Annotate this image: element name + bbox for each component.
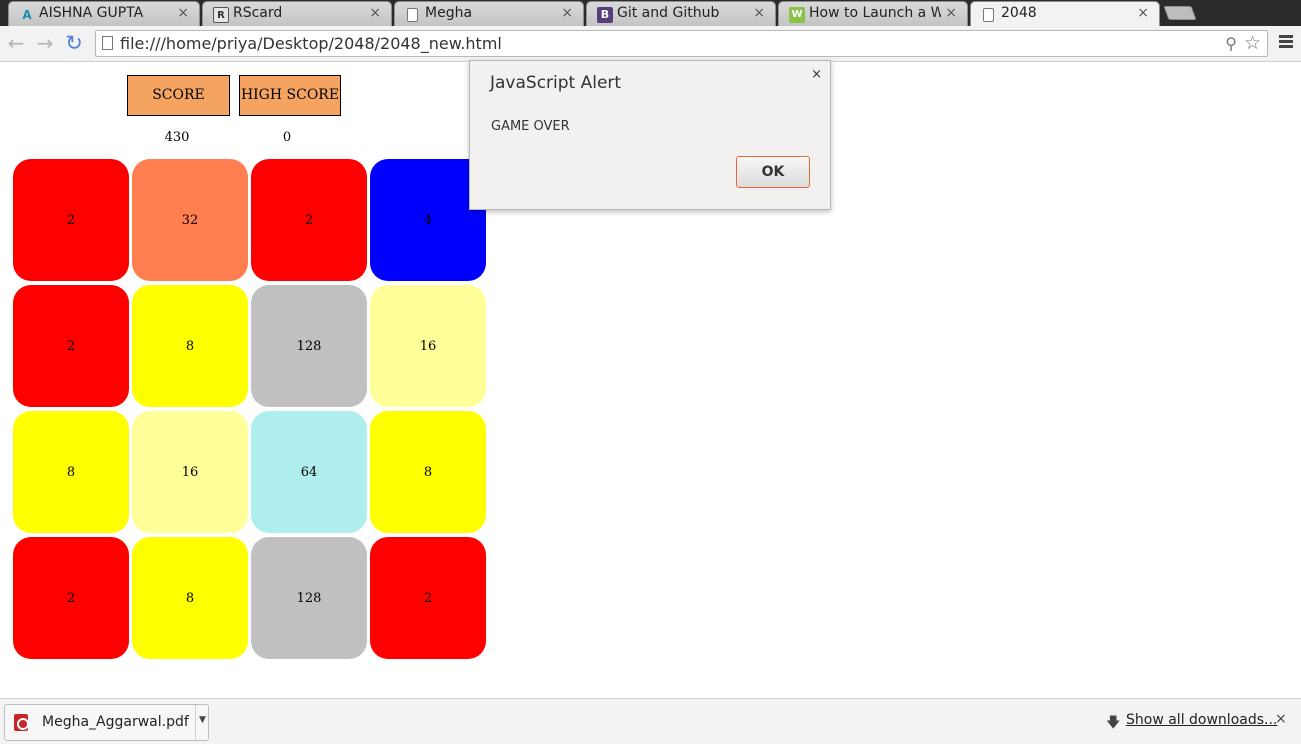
download-arrow-icon: 🡇 — [1106, 715, 1121, 731]
close-icon[interactable]: × — [1275, 711, 1287, 727]
tile: 2 — [251, 159, 367, 281]
rscard-favicon-icon: R — [213, 7, 229, 23]
tab-how-to-launch[interactable]: W How to Launch a Web × — [778, 1, 968, 26]
tab-close-icon[interactable]: × — [561, 5, 573, 21]
tab-title: 2048 — [1001, 5, 1037, 21]
tab-2048[interactable]: 2048 × — [970, 1, 1160, 26]
download-item[interactable]: Megha_Aggarwal.pdf ▼ — [4, 704, 209, 741]
search-icon[interactable]: ⚲ — [1225, 34, 1237, 53]
download-file-name[interactable]: Megha_Aggarwal.pdf — [42, 714, 189, 730]
tile: 2 — [370, 537, 486, 659]
download-bar: Megha_Aggarwal.pdf ▼ 🡇 Show all download… — [0, 698, 1301, 744]
tab-megha[interactable]: Megha × — [394, 1, 584, 26]
bootstrap-favicon-icon: B — [597, 7, 613, 23]
tab-close-icon[interactable]: × — [753, 5, 765, 21]
tile: 16 — [370, 285, 486, 407]
tile: 2 — [13, 159, 129, 281]
page-icon — [102, 36, 113, 50]
tab-git-and-github[interactable]: B Git and Github × — [586, 1, 776, 26]
alert-title: JavaScript Alert — [490, 73, 622, 93]
tab-title: RScard — [233, 5, 283, 21]
high-score-button[interactable]: HIGH SCORE — [239, 75, 341, 116]
tab-title: AISHNA GUPTA — [39, 5, 144, 21]
page-icon — [407, 8, 418, 22]
wiki-favicon-icon: W — [789, 7, 805, 23]
tile: 2 — [13, 537, 129, 659]
tab-title: Git and Github — [617, 5, 720, 21]
tile: 64 — [251, 411, 367, 533]
bookmark-star-icon[interactable]: ☆ — [1244, 32, 1261, 54]
aishna-favicon-icon: A — [22, 8, 32, 22]
tile: 8 — [13, 411, 129, 533]
pdf-file-icon — [14, 714, 29, 731]
reload-icon[interactable]: ↻ — [63, 32, 85, 54]
tile: 16 — [132, 411, 248, 533]
tile: 8 — [132, 285, 248, 407]
tile: 32 — [132, 159, 248, 281]
tab-close-icon[interactable]: × — [1137, 5, 1149, 21]
tab-close-icon[interactable]: × — [369, 5, 381, 21]
close-icon[interactable]: × — [811, 67, 822, 82]
tile: 8 — [370, 411, 486, 533]
tab-title: Megha — [425, 5, 473, 21]
high-score-value: 0 — [282, 130, 292, 145]
tab-close-icon[interactable]: × — [945, 5, 957, 21]
tab-aishna-gupta[interactable]: A AISHNA GUPTA × — [8, 1, 200, 26]
chevron-down-icon[interactable]: ▼ — [195, 705, 209, 740]
tab-strip: A AISHNA GUPTA × R RScard × Megha × B Gi… — [0, 0, 1301, 26]
back-arrow-icon[interactable]: ← — [5, 32, 27, 54]
address-bar[interactable]: file:///home/priya/Desktop/2048/2048_new… — [95, 30, 1268, 57]
url-text[interactable]: file:///home/priya/Desktop/2048/2048_new… — [120, 34, 502, 53]
tab-close-icon[interactable]: × — [177, 5, 189, 21]
tab-title: How to Launch a Web — [809, 5, 941, 21]
alert-message: GAME OVER — [491, 119, 570, 134]
score-button[interactable]: SCORE — [127, 75, 230, 116]
tile: 2 — [13, 285, 129, 407]
score-value: 430 — [164, 130, 190, 145]
tile: 128 — [251, 537, 367, 659]
show-all-downloads-link[interactable]: Show all downloads... — [1126, 712, 1277, 728]
browser-toolbar: ← → ↻ file:///home/priya/Desktop/2048/20… — [0, 26, 1301, 62]
forward-arrow-icon[interactable]: → — [34, 32, 56, 54]
page-icon — [983, 8, 994, 22]
javascript-alert-dialog: JavaScript Alert × GAME OVER OK — [469, 60, 831, 210]
tile: 8 — [132, 537, 248, 659]
tile: 128 — [251, 285, 367, 407]
ok-button[interactable]: OK — [736, 156, 810, 188]
tab-rscard[interactable]: R RScard × — [202, 1, 392, 26]
new-tab-button[interactable] — [1163, 6, 1197, 20]
menu-icon[interactable] — [1279, 35, 1293, 50]
